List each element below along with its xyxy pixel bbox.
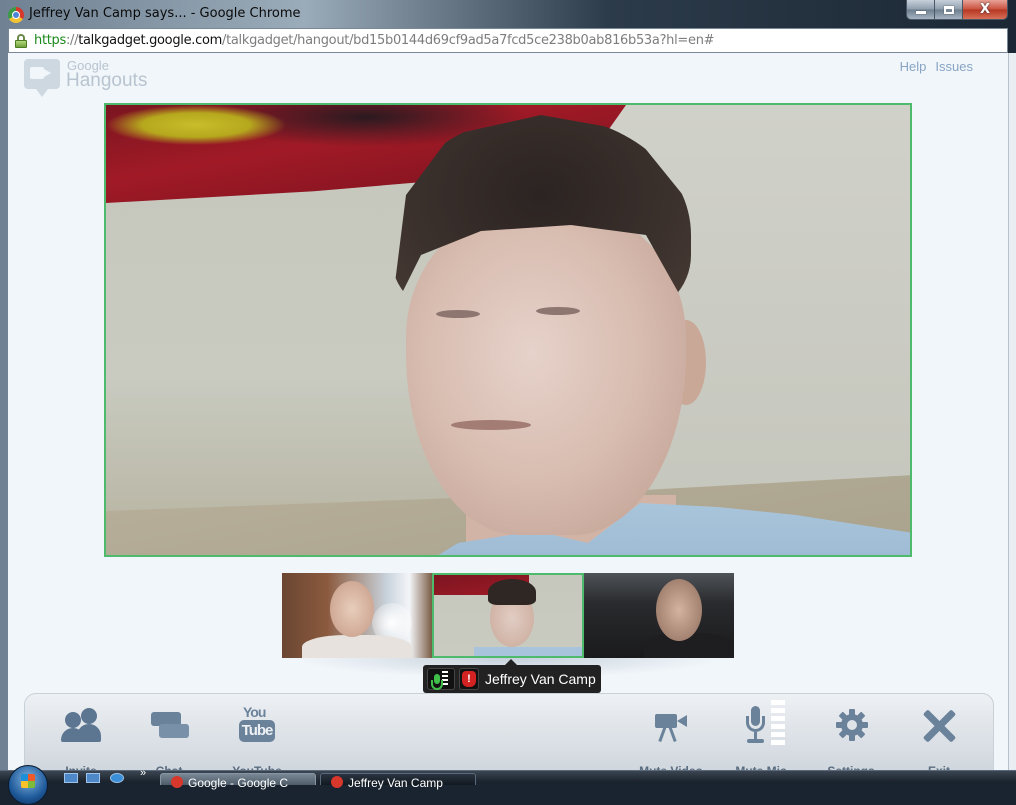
mute-mic-button[interactable]: Mute Mic <box>721 700 801 770</box>
settings-button[interactable]: Settings <box>811 702 891 770</box>
chrome-icon <box>331 776 343 788</box>
youtube-icon: You Tube <box>237 704 277 746</box>
invite-people-icon <box>61 706 101 746</box>
participant-thumbnail[interactable] <box>282 573 432 658</box>
maximize-icon <box>943 5 954 14</box>
url-separator: :// <box>65 33 79 48</box>
youtube-button[interactable]: You Tube YouTube <box>217 702 297 770</box>
mute-video-button[interactable]: Mute Video <box>631 702 711 770</box>
google-hangouts-logo: Google Hangouts <box>22 57 152 99</box>
quicklaunch-more-button[interactable]: » <box>140 767 146 779</box>
close-window-button[interactable]: X <box>963 0 1007 19</box>
invite-button[interactable]: Invite <box>41 702 121 770</box>
participant-thumbnail[interactable] <box>584 573 734 658</box>
title-bar: Jeffrey Van Camp says... - Google Chrome… <box>0 0 1016 28</box>
taskbar-item-active[interactable]: Jeffrey Van Camp <box>320 773 476 790</box>
url-scheme: https <box>34 33 66 48</box>
chat-button[interactable]: Chat <box>129 702 209 770</box>
participant-face <box>406 205 686 535</box>
window-right-edge <box>1008 53 1016 770</box>
minimize-button[interactable] <box>907 0 935 19</box>
chat-bubbles-icon <box>149 706 189 746</box>
url-host: talkgadget.google.com <box>78 33 222 48</box>
participant-name: Jeffrey Van Camp <box>485 671 596 687</box>
mic-level-indicator <box>771 700 785 746</box>
minimize-icon <box>915 11 926 14</box>
chrome-logo-icon <box>8 7 24 23</box>
close-x-icon <box>919 706 959 746</box>
start-button[interactable] <box>8 765 48 805</box>
taskbar-item[interactable]: Google - Google C <box>160 773 316 790</box>
maximize-button[interactable] <box>935 0 963 19</box>
video-camera-icon <box>651 706 691 746</box>
windows-taskbar: » Google - Google C Jeffrey Van Camp <box>0 765 1016 805</box>
window-title: Jeffrey Van Camp says... - Google Chrome <box>29 6 301 21</box>
window-controls: X <box>906 0 1008 20</box>
main-video-feed[interactable] <box>104 103 912 557</box>
participant-thumbnail-selected[interactable] <box>432 573 584 658</box>
help-link[interactable]: Help <box>900 59 927 74</box>
hangout-toolbar: Invite Chat You Tube YouTube <box>24 693 994 770</box>
hangout-page: Google Hangouts Help Issues ! Jeffrey Va… <box>8 53 1008 770</box>
participant-filmstrip <box>282 573 734 678</box>
close-icon: X <box>979 2 991 17</box>
hangouts-camera-icon <box>24 59 60 89</box>
header-links: Help Issues <box>900 59 973 74</box>
browser-window: Jeffrey Van Camp says... - Google Chrome… <box>0 0 1016 805</box>
participant-nametag: ! Jeffrey Van Camp <box>423 659 601 693</box>
exit-button[interactable]: Exit <box>899 702 979 770</box>
gear-icon <box>831 706 871 746</box>
url-text[interactable]: https://talkgadget.google.com/talkgadget… <box>34 33 715 48</box>
microphone-active-icon[interactable] <box>427 668 455 690</box>
raised-hand-icon[interactable]: ! <box>459 668 479 690</box>
ssl-lock-icon[interactable] <box>15 34 27 48</box>
url-path: /talkgadget/hangout/bd15b0144d69cf9ad5a7… <box>222 33 715 48</box>
microphone-icon <box>741 700 785 746</box>
chrome-icon <box>171 776 183 788</box>
address-bar[interactable]: https://talkgadget.google.com/talkgadget… <box>8 28 1008 53</box>
issues-link[interactable]: Issues <box>935 59 973 74</box>
logo-hangouts-text: Hangouts <box>66 70 148 91</box>
